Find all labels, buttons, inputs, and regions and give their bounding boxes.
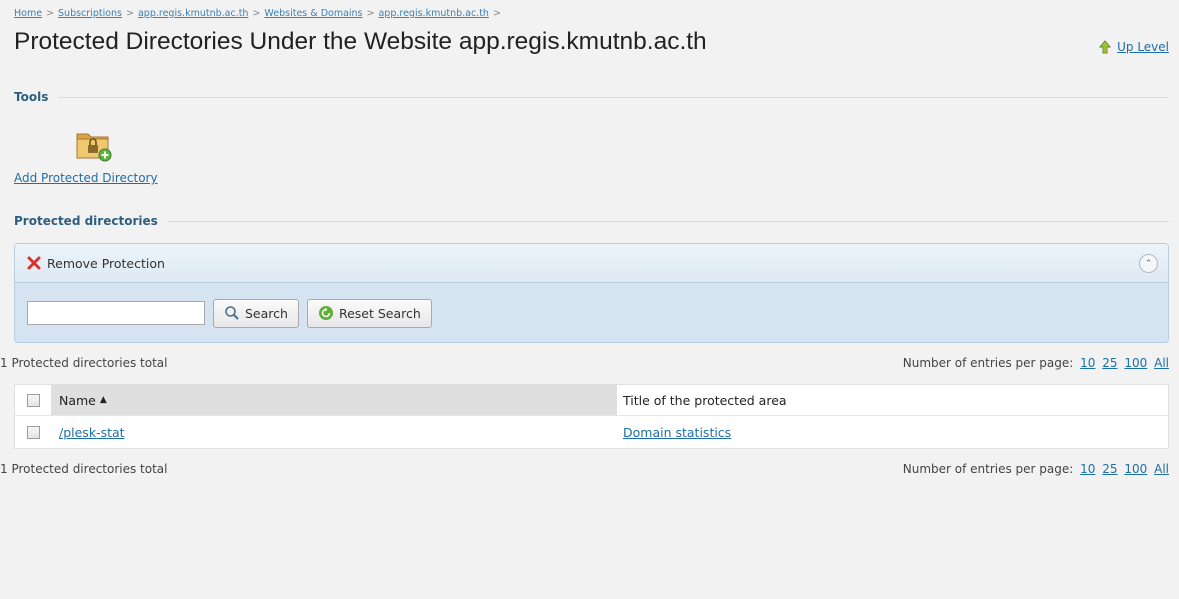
per-page-selector: Number of entries per page: 10 25 100 Al… [903,356,1169,370]
locked-folder-add-icon[interactable] [74,124,114,164]
column-name-header[interactable]: Name ▲ [51,385,617,415]
breadcrumb-separator: > [46,8,55,19]
breadcrumb-subscription-domain[interactable]: app.regis.kmutnb.ac.th [138,8,248,19]
per-page-label: Number of entries per page: [902,462,1074,476]
per-page-label: Number of entries per page: [902,356,1074,370]
per-page-all[interactable]: All [1154,356,1169,370]
add-protected-directory-tool[interactable]: Add Protected Directory [14,124,158,185]
row-name-cell: /plesk-stat [51,416,617,448]
select-all-checkbox[interactable] [26,393,40,407]
page-title: Protected Directories Under the Website … [14,28,707,55]
toolbar-panel: Remove Protection ⌃ Search Reset Search [14,243,1169,343]
breadcrumb-subscriptions[interactable]: Subscriptions [58,8,122,19]
row-checkbox[interactable] [26,425,40,439]
up-level-label[interactable]: Up Level [1117,40,1169,54]
breadcrumb-separator: > [126,8,134,19]
divider [167,220,1169,222]
select-all-cell [15,393,51,407]
per-page-100[interactable]: 100 [1124,462,1147,476]
red-x-icon [27,256,41,270]
row-checkbox-cell [15,425,51,439]
total-count: 1 Protected directories total [0,356,168,370]
per-page-all[interactable]: All [1154,462,1169,476]
row-title-cell: Domain statistics [617,425,1168,440]
per-page-100[interactable]: 100 [1124,356,1147,370]
reset-search-label: Reset Search [338,305,421,321]
per-page-25[interactable]: 25 [1102,462,1117,476]
remove-protection-label: Remove Protection [47,255,165,271]
protected-section-heading: Protected directories [14,214,1169,228]
per-page-10[interactable]: 10 [1080,462,1095,476]
breadcrumb-separator: > [366,8,375,19]
table-row: /plesk-stat Domain statistics [15,416,1168,448]
add-protected-directory-link[interactable]: Add Protected Directory [14,171,158,185]
remove-protection-button[interactable]: Remove Protection [27,256,165,271]
reset-icon [318,306,333,320]
protected-directories-table: Name ▲ Title of the protected area /ples… [14,384,1169,449]
up-arrow-icon [1099,40,1112,54]
search-button[interactable]: Search [213,298,299,328]
per-page-10[interactable]: 10 [1080,356,1095,370]
breadcrumb-website-domain[interactable]: app.regis.kmutnb.ac.th [378,8,488,19]
collapse-chevron-up-icon[interactable]: ⌃ [1139,254,1158,273]
sort-ascending-icon: ▲ [99,395,107,405]
tools-section-heading: Tools [14,90,1169,104]
tools-heading: Tools [14,90,49,104]
reset-search-button[interactable]: Reset Search [306,298,432,328]
list-summary-top: 1 Protected directories total Number of … [0,356,1169,370]
total-count: 1 Protected directories total [0,462,168,476]
search-button-label: Search [245,305,288,321]
breadcrumb: Home > Subscriptions > app.regis.kmutnb.ac.t… [14,8,505,19]
divider [58,96,1169,98]
magnifier-icon [225,306,239,320]
protected-heading: Protected directories [14,214,158,228]
protected-area-title-link[interactable]: Domain statistics [623,425,731,440]
breadcrumb-separator: > [252,8,261,19]
table-header: Name ▲ Title of the protected area [15,385,1168,416]
breadcrumb-home[interactable]: Home [14,8,42,19]
toolbar-top: Remove Protection ⌃ [15,244,1168,283]
column-name-label: Name [59,392,96,408]
breadcrumb-websites-domains[interactable]: Websites & Domains [264,8,362,19]
list-summary-bottom: 1 Protected directories total Number of … [0,462,1169,476]
search-bar: Search Reset Search [15,283,1168,342]
column-title-header: Title of the protected area [623,392,787,408]
per-page-25[interactable]: 25 [1102,356,1117,370]
breadcrumb-separator: > [492,8,501,19]
directory-link[interactable]: /plesk-stat [59,425,125,440]
up-level-link[interactable]: Up Level [1098,40,1169,54]
per-page-selector: Number of entries per page: 10 25 100 Al… [903,462,1169,476]
search-input[interactable] [27,301,205,325]
